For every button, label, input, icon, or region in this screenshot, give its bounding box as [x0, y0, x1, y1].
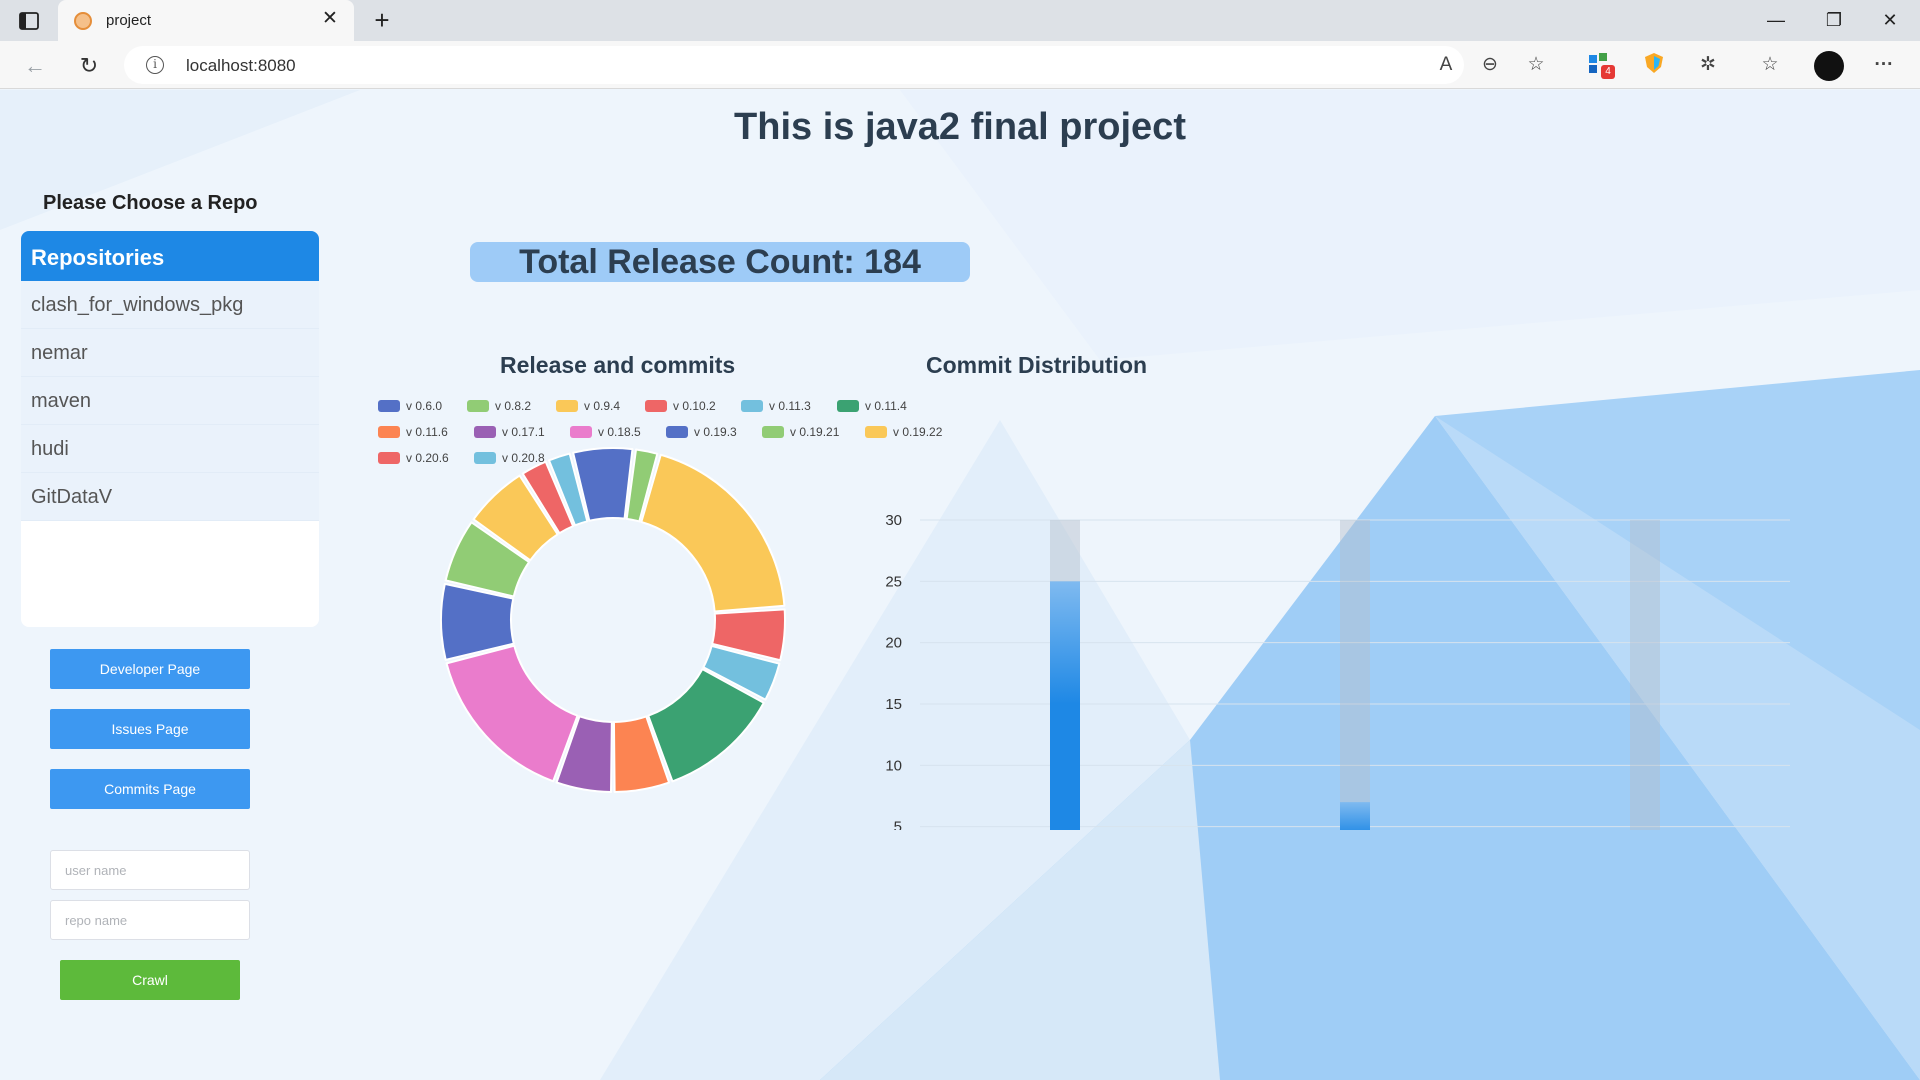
url-text: localhost:8080 [186, 56, 296, 75]
legend-swatch [741, 400, 763, 412]
repo-item[interactable]: maven [21, 377, 319, 425]
legend-label: v 0.8.2 [495, 399, 532, 413]
url-field[interactable]: i localhost:8080 [124, 46, 1464, 84]
close-tab-icon[interactable]: ✕ [320, 9, 340, 29]
favicon-icon [74, 12, 92, 30]
favorite-add-icon[interactable]: ☆ [1522, 51, 1550, 79]
pie-slice[interactable] [445, 644, 579, 783]
repo-item[interactable]: GitDataV [21, 473, 319, 521]
legend-swatch [378, 400, 400, 412]
legend-swatch [837, 400, 859, 412]
developer-page-button[interactable]: Developer Page [50, 649, 250, 689]
zoom-out-icon[interactable]: ⊖ [1476, 51, 1504, 79]
choose-repo-label: Please Choose a Repo [43, 192, 258, 214]
pie-slice[interactable] [640, 453, 786, 613]
minimize-icon[interactable]: — [1762, 8, 1790, 32]
bar[interactable] [1340, 802, 1370, 830]
repo-list-panel: Repositories clash_for_windows_pkg nemar… [21, 231, 319, 627]
tab-title: project [106, 12, 152, 29]
legend-label: v 0.10.2 [673, 399, 716, 413]
legend-swatch [467, 400, 489, 412]
legend-swatch [645, 400, 667, 412]
total-release-count: Total Release Count: 184 [470, 242, 970, 282]
repo-item[interactable]: nemar [21, 329, 319, 377]
crawl-button[interactable]: Crawl [60, 960, 240, 1000]
read-aloud-icon[interactable]: A [1432, 51, 1460, 79]
pie-chart-title: Release and commits [500, 352, 736, 378]
y-tick-label: 30 [885, 512, 902, 529]
restore-icon[interactable]: ❐ [1820, 8, 1848, 32]
extension-badge: 4 [1601, 65, 1615, 79]
legend-swatch [556, 400, 578, 412]
user-name-input[interactable] [50, 850, 250, 890]
y-tick-label: 20 [885, 635, 902, 652]
shield-extension-icon[interactable] [1640, 51, 1668, 79]
commits-page-button[interactable]: Commits Page [50, 769, 250, 809]
browser-tab-bar: project ✕ + — ❐ ✕ [0, 0, 1920, 41]
repo-item[interactable]: hudi [21, 425, 319, 473]
site-info-icon[interactable]: i [146, 56, 164, 74]
issues-page-button[interactable]: Issues Page [50, 709, 250, 749]
legend-swatch [378, 426, 400, 438]
legend-swatch [378, 452, 400, 464]
tab-actions-icon[interactable] [18, 10, 40, 32]
y-tick-label: 10 [885, 757, 902, 774]
release-donut-chart [440, 447, 786, 793]
y-tick-label: 15 [885, 696, 902, 713]
back-icon[interactable]: ← [22, 53, 48, 79]
refresh-icon[interactable]: ↻ [76, 53, 102, 79]
more-menu-icon[interactable]: ··· [1870, 51, 1898, 79]
browser-tab[interactable]: project ✕ [58, 0, 354, 41]
legend-label: v 0.11.3 [769, 399, 811, 413]
page-title: This is java2 final project [734, 106, 1186, 148]
address-bar: ← ↻ i localhost:8080 A ⊖ ☆ 4 ✲ ☆ ··· [0, 41, 1920, 89]
bar-background [1340, 520, 1370, 830]
repo-item[interactable]: clash_for_windows_pkg [21, 281, 319, 329]
commit-distribution-chart: 0510152025300:00-8:008:00-16:0016:00-24:… [885, 512, 1790, 830]
page-content: This is java2 final project Please Choos… [0, 90, 1920, 1080]
window-close-icon[interactable]: ✕ [1876, 8, 1904, 32]
legend-label: v 0.9.4 [584, 399, 621, 413]
y-tick-label: 5 [894, 819, 902, 830]
repo-list-header: Repositories [21, 231, 319, 281]
bar-background [1630, 520, 1660, 830]
favorites-icon[interactable]: ☆ [1756, 51, 1784, 79]
bar-chart-title: Commit Distribution [926, 352, 1148, 378]
puzzle-extensions-icon[interactable]: ✲ [1694, 51, 1722, 79]
extension-icon[interactable]: 4 [1585, 51, 1615, 79]
repo-name-input[interactable] [50, 900, 250, 940]
bar[interactable] [1050, 581, 1080, 830]
profile-avatar[interactable] [1814, 51, 1844, 81]
new-tab-icon[interactable]: + [368, 6, 396, 34]
legend-label: v 0.6.0 [406, 399, 443, 413]
y-tick-label: 25 [885, 573, 902, 590]
